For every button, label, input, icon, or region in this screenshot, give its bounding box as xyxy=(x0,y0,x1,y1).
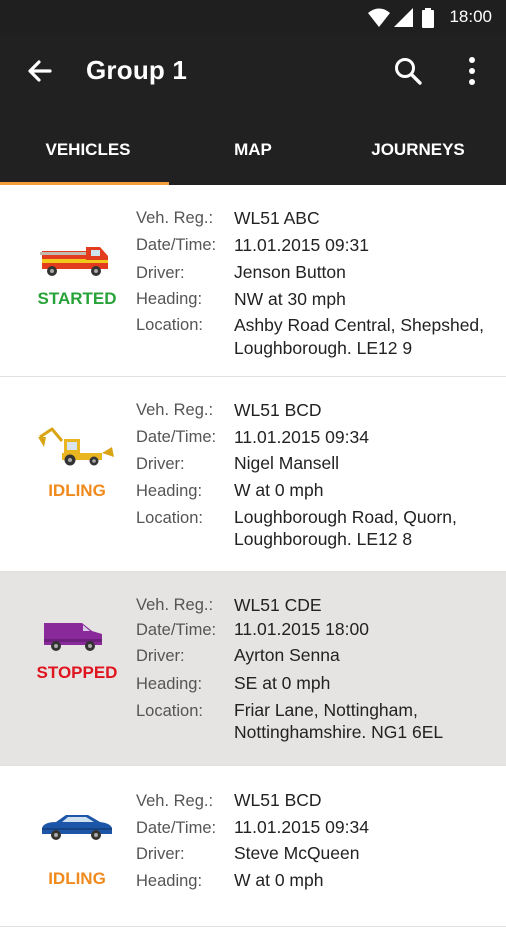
datetime-value: 11.01.2015 09:34 xyxy=(234,427,369,447)
heading-value: SE at 0 mph xyxy=(234,673,331,693)
datetime-label: Date/Time: xyxy=(136,819,217,837)
reg-value: WL51 BCD xyxy=(234,400,322,420)
vehicle-card[interactable]: STOPPED Veh. Reg.: WL51 CDE Date/Time: 1… xyxy=(0,572,506,766)
heading-value: W at 0 mph xyxy=(234,870,324,890)
heading-label: Heading: xyxy=(136,675,203,693)
vehicle-card[interactable]: STARTED Veh. Reg.: WL51 ABC Date/Time: 1… xyxy=(0,185,506,377)
driver-label: Driver: xyxy=(136,845,185,863)
location-label: Location: xyxy=(136,316,203,334)
location-line-1: Friar Lane, Nottingham, xyxy=(234,700,418,720)
tab-vehicles[interactable]: VEHICLES xyxy=(4,130,172,185)
vehicle-card[interactable]: IDLING Veh. Reg.: WL51 BCD Date/Time: 11… xyxy=(0,766,506,927)
van-icon xyxy=(44,623,102,651)
datetime-label: Date/Time: xyxy=(136,621,217,639)
reg-value: WL51 CDE xyxy=(234,595,322,615)
tab-bar: VEHICLES MAP JOURNEYS xyxy=(0,130,506,185)
datetime-value: 11.01.2015 18:00 xyxy=(234,619,369,639)
reg-value: WL51 ABC xyxy=(234,208,320,228)
driver-value: Steve McQueen xyxy=(234,843,360,863)
heading-label: Heading: xyxy=(136,872,203,890)
more-options-icon[interactable] xyxy=(458,53,486,89)
status-bar: 18:00 xyxy=(0,0,506,35)
datetime-value: 11.01.2015 09:34 xyxy=(234,817,369,837)
reg-label: Veh. Reg.: xyxy=(136,401,214,419)
status-label: IDLING xyxy=(48,869,106,888)
location-line-1: Ashby Road Central, Shepshed, xyxy=(234,315,485,335)
app-bar: Group 1 VEHICLES MAP JOURNEYS xyxy=(0,35,506,185)
heading-label: Heading: xyxy=(136,482,203,500)
back-arrow-icon[interactable] xyxy=(22,53,58,89)
datetime-label: Date/Time: xyxy=(136,236,217,254)
wifi-icon xyxy=(368,8,390,27)
location-line-2: Nottinghamshire. NG1 6EL xyxy=(234,722,444,742)
driver-label: Driver: xyxy=(136,455,185,473)
car-icon xyxy=(42,815,112,840)
datetime-value: 11.01.2015 09:31 xyxy=(234,235,369,255)
location-label: Location: xyxy=(136,509,203,527)
clock: 18:00 xyxy=(449,7,492,26)
driver-value: Jenson Button xyxy=(234,262,346,282)
fire-truck-icon xyxy=(40,247,108,276)
status-label: STARTED xyxy=(37,289,117,308)
reg-label: Veh. Reg.: xyxy=(136,596,214,614)
tab-journeys[interactable]: JOURNEYS xyxy=(334,130,502,185)
location-line-1: Loughborough Road, Quorn, xyxy=(234,507,457,527)
driver-label: Driver: xyxy=(136,647,185,665)
driver-value: Ayrton Senna xyxy=(234,645,340,665)
digger-icon xyxy=(38,427,114,466)
location-line-2: Loughborough. LE12 8 xyxy=(234,529,413,549)
datetime-label: Date/Time: xyxy=(136,428,217,446)
location-line-2: Loughborough. LE12 9 xyxy=(234,338,413,358)
driver-value: Nigel Mansell xyxy=(234,453,340,473)
driver-label: Driver: xyxy=(136,264,185,282)
tab-map[interactable]: MAP xyxy=(169,130,337,185)
vehicle-card[interactable]: IDLING Veh. Reg.: WL51 BCD Date/Time: 11… xyxy=(0,377,506,572)
status-label: STOPPED xyxy=(36,663,118,682)
reg-label: Veh. Reg.: xyxy=(136,209,214,227)
page-title: Group 1 xyxy=(86,55,188,85)
search-icon[interactable] xyxy=(390,53,426,89)
status-label: IDLING xyxy=(48,481,106,500)
heading-value: NW at 30 mph xyxy=(234,289,346,309)
battery-icon xyxy=(422,8,434,28)
cell-signal-icon xyxy=(394,8,413,27)
location-label: Location: xyxy=(136,702,203,720)
heading-label: Heading: xyxy=(136,290,203,308)
heading-value: W at 0 mph xyxy=(234,480,324,500)
reg-value: WL51 BCD xyxy=(234,790,322,810)
reg-label: Veh. Reg.: xyxy=(136,792,214,810)
